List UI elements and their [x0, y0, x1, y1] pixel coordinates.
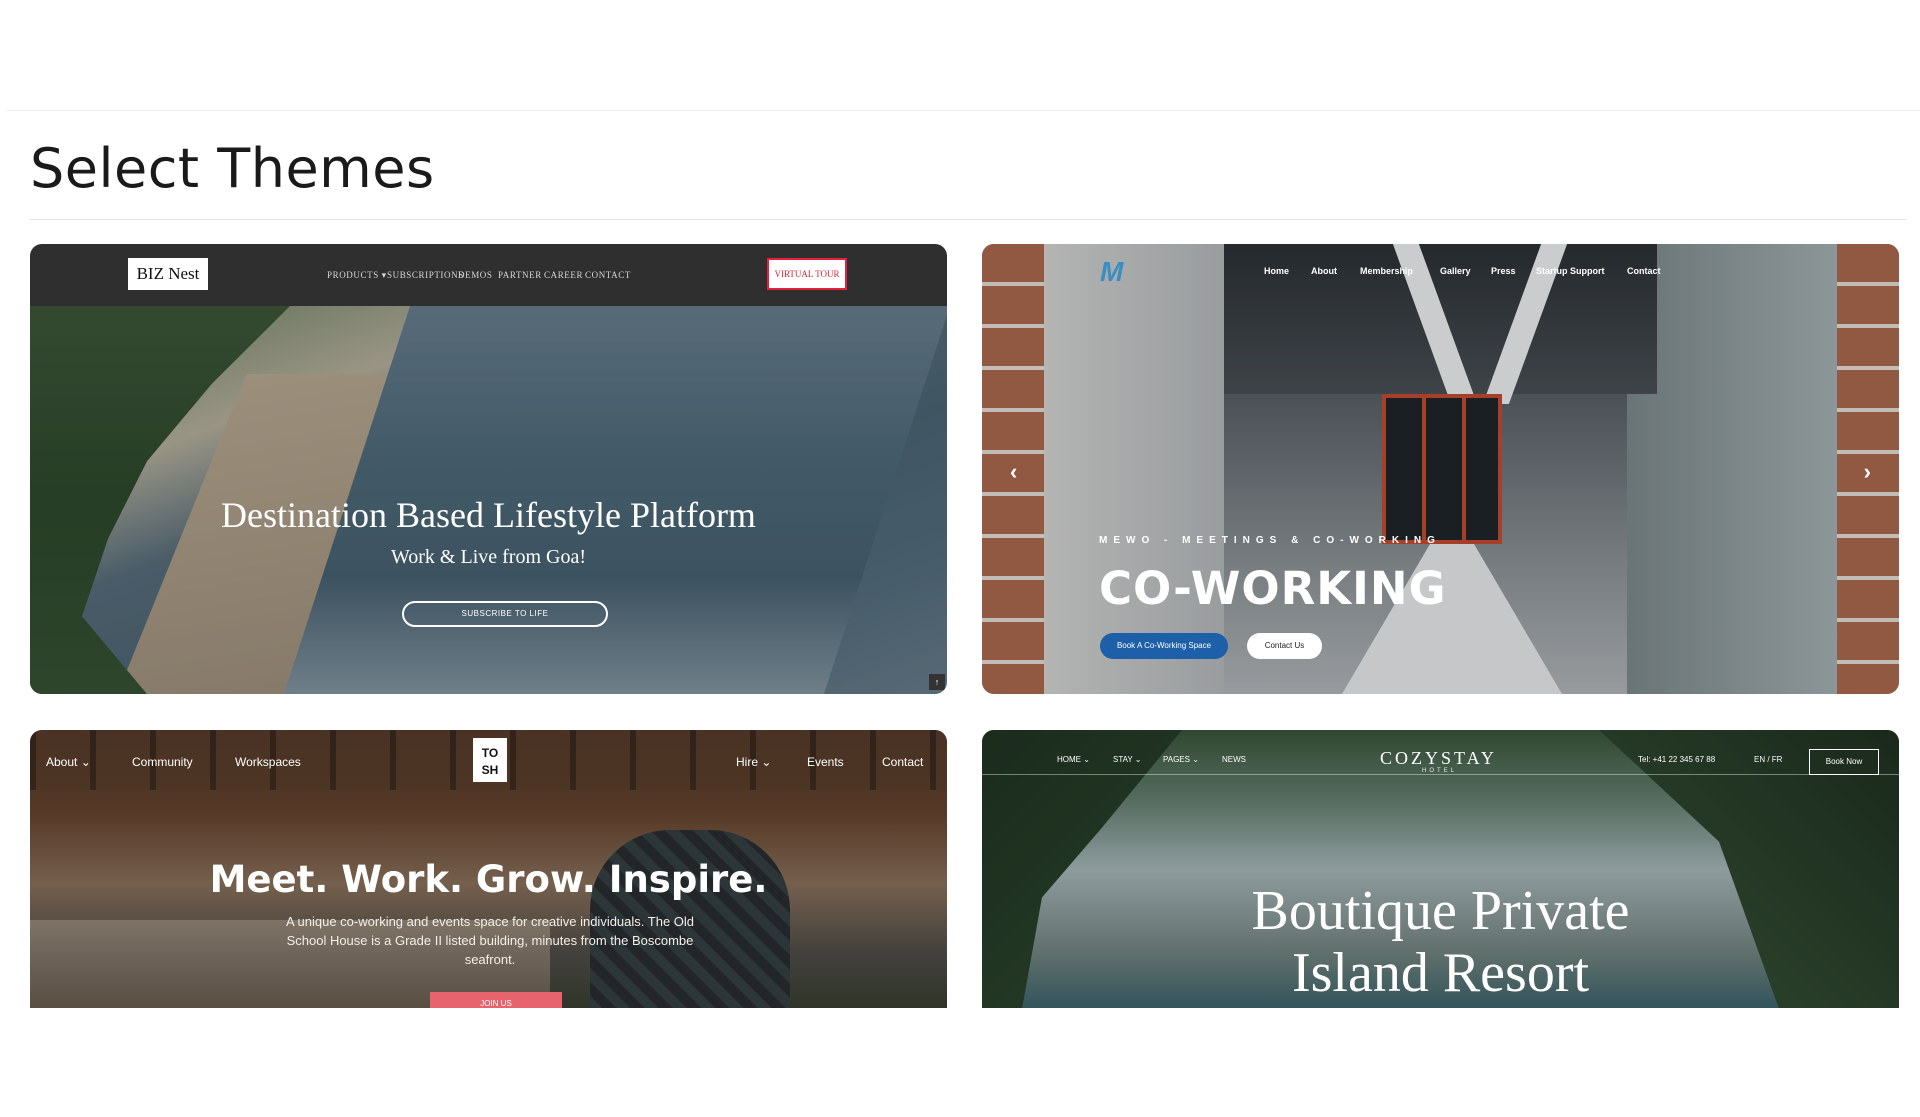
theme-subhead: Work & Live from Goa!	[391, 546, 586, 568]
nav-item: Events	[807, 755, 844, 769]
nav-item: Press	[1491, 266, 1516, 276]
contact-us-button: Contact Us	[1247, 633, 1322, 659]
headline-line-1: Boutique Private	[1251, 880, 1630, 942]
theme-logo: M	[1100, 256, 1124, 287]
nav-item: Workspaces	[235, 755, 301, 769]
nav-item: Home	[1264, 266, 1290, 276]
nav-item: Membership	[1360, 266, 1414, 276]
theme-logo-sub: HOTEL	[1422, 768, 1458, 774]
theme-headline: CO-WORKING	[1099, 562, 1447, 615]
theme-logo: COZYSTAY	[1380, 748, 1497, 768]
nav-item: PRODUCTS ▾	[327, 270, 387, 280]
bottom-area	[0, 1008, 1920, 1117]
nav-item: Hire ⌄	[736, 755, 772, 769]
theme-card-cozystay[interactable]: HOME ⌄ STAY ⌄ PAGES ⌄ NEWS COZYSTAY HOTE…	[982, 730, 1899, 1009]
nav-item: STAY ⌄	[1113, 755, 1142, 764]
book-now-button: Book Now	[1809, 749, 1879, 775]
chevron-right-icon: ›	[1863, 459, 1871, 484]
theme-headline: Meet. Work. Grow. Inspire.	[209, 858, 768, 901]
join-us-button: JOIN US	[430, 992, 562, 1009]
themes-panel: Select Themes BIZ Nest PRODUCTS ▾ SUBSCR…	[6, 110, 1920, 1009]
language-switch: EN / FR	[1754, 755, 1783, 764]
nav-item: Gallery	[1440, 266, 1471, 276]
theme-logo: TO SH	[473, 738, 507, 782]
nav-item: Community	[132, 755, 193, 769]
theme-card-biz-nest[interactable]: BIZ Nest PRODUCTS ▾ SUBSCRIPTIONS DEMOS …	[30, 244, 947, 694]
nav-item: About ⌄	[46, 755, 91, 769]
nav-item: CAREER	[544, 270, 584, 280]
nav-item: Startup Support	[1536, 266, 1605, 276]
phone-number: Tel: +41 22 345 67 88	[1638, 755, 1716, 764]
nav-item: SUBSCRIPTIONS	[387, 270, 464, 280]
theme-logo: BIZ Nest	[128, 258, 208, 290]
nav-item: DEMOS	[458, 270, 493, 280]
nav-item: HOME ⌄	[1057, 755, 1090, 764]
theme-eyebrow: MEWO - MEETINGS & CO-WORKING	[1099, 535, 1441, 546]
header-divider	[982, 774, 1899, 775]
nav-item: PARTNER	[498, 270, 542, 280]
page-title: Select Themes	[30, 137, 435, 200]
scroll-up-icon: ↑	[929, 674, 945, 690]
book-space-button: Book A Co-Working Space	[1100, 633, 1228, 659]
theme-card-tosh[interactable]: About ⌄ Community Workspaces TO SH Hire …	[30, 730, 947, 1009]
theme-card-mewo[interactable]: M Home About Membership Gallery Press St…	[982, 244, 1899, 694]
photo-overlay	[982, 244, 1899, 694]
title-divider	[30, 219, 1906, 220]
nav-item: Contact	[1627, 266, 1661, 276]
virtual-tour-button: VIRTUAL TOUR	[767, 258, 847, 290]
top-bar	[0, 0, 1920, 110]
theme-description: A unique co-working and events space for…	[285, 914, 695, 967]
chevron-left-icon: ‹	[1010, 459, 1018, 484]
nav-item: CONTACT	[585, 270, 631, 280]
nav-item: About	[1311, 266, 1337, 276]
nav-item: Contact	[882, 755, 924, 769]
subscribe-button: SUBSCRIBE TO LIFE	[402, 601, 608, 627]
theme-headline: Destination Based Lifestyle Platform	[221, 495, 756, 535]
theme-headline: Boutique Private Island Resort	[982, 880, 1899, 1004]
nav-item: NEWS	[1222, 755, 1246, 764]
nav-item: PAGES ⌄	[1163, 755, 1199, 764]
headline-line-2: Island Resort	[1291, 942, 1590, 1004]
